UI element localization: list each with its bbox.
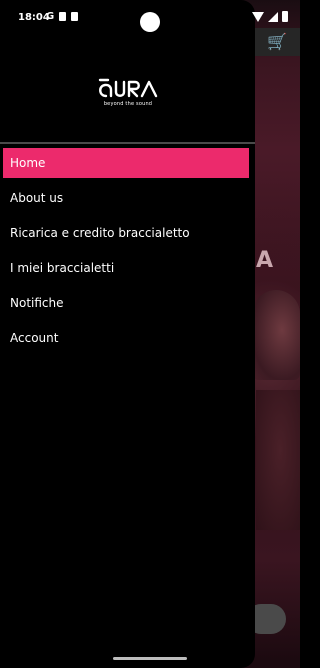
logo-tagline: beyond the sound [103, 101, 153, 107]
menu-item-account[interactable]: Account [3, 323, 249, 358]
drawer-menu: Home About us Ricarica e credito braccia… [0, 148, 255, 358]
menu-item-home[interactable]: Home [3, 148, 249, 178]
menu-item-braccialetti[interactable]: I miei braccialetti [3, 253, 249, 288]
background-figure-body [256, 390, 300, 530]
menu-item-about-us[interactable]: About us [3, 183, 249, 218]
status-bar: 18:04 G [0, 0, 300, 32]
home-indicator[interactable] [113, 657, 187, 660]
menu-item-ricarica[interactable]: Ricarica e credito braccialetto [3, 218, 249, 253]
status-system-icons [252, 11, 288, 22]
signal-icon [268, 11, 278, 22]
background-letter: A [256, 248, 274, 273]
notification-icon [71, 12, 79, 21]
aura-logo: beyond the sound [96, 74, 160, 112]
battery-icon [282, 11, 288, 22]
background-figure [252, 290, 300, 380]
aura-logo-mark [98, 78, 158, 98]
menu-item-notifiche[interactable]: Notifiche [3, 288, 249, 323]
status-notification-icons: G [46, 11, 79, 22]
navigation-drawer: beyond the sound Home About us Ricarica … [0, 0, 255, 668]
camera-cutout [140, 12, 160, 32]
google-icon: G [46, 11, 55, 22]
drawer-divider [0, 142, 255, 144]
shopping-cart-icon[interactable]: 🛒 [267, 33, 287, 51]
app-screen: 🛒 A 18:04 G beyond the sound Home About … [0, 0, 300, 668]
wifi-icon [252, 11, 264, 22]
sim-icon [59, 12, 67, 21]
